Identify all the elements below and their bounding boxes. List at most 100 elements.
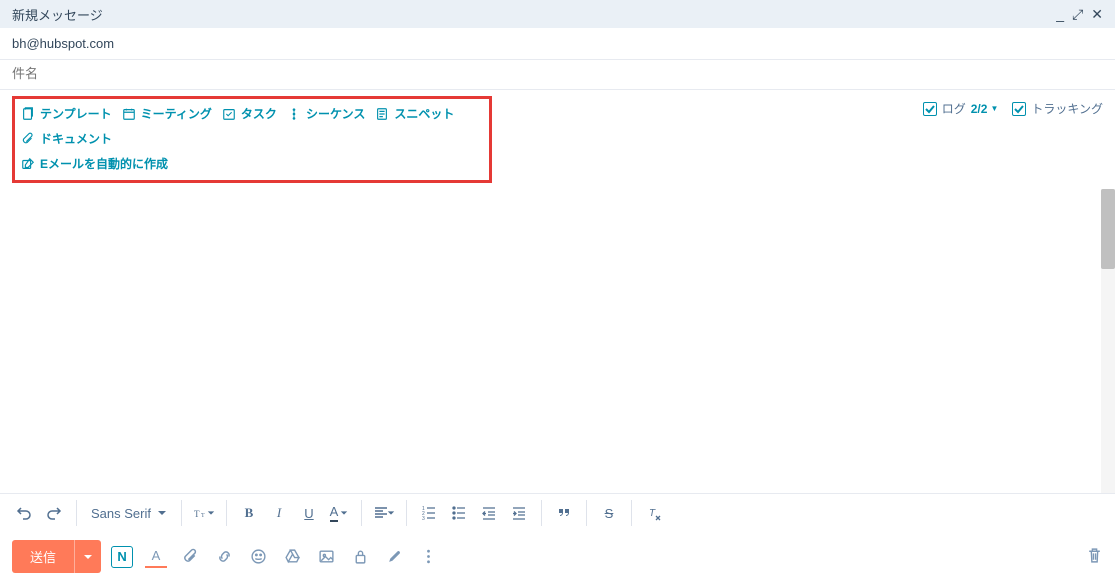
scrollbar-thumb[interactable]	[1101, 189, 1115, 269]
chevron-down-icon	[207, 509, 215, 517]
minimize-icon[interactable]: _	[1056, 7, 1064, 21]
text-n-icon: N	[117, 549, 126, 564]
send-dropdown-button[interactable]	[74, 540, 101, 573]
send-split-button: 送信	[12, 540, 101, 573]
more-options-button[interactable]	[417, 546, 439, 568]
compose-toolbar: テンプレート ミーティング タスク シーケンス スニペット ドキュメント	[0, 90, 1115, 189]
unordered-list-button[interactable]	[445, 500, 473, 526]
more-vertical-icon	[420, 548, 437, 565]
send-bar-left: 送信 N A	[12, 540, 439, 573]
signature-button[interactable]	[383, 546, 405, 568]
text-style-button[interactable]: N	[111, 546, 133, 568]
snippet-label: スニペット	[394, 105, 454, 122]
document-label: ドキュメント	[40, 130, 112, 147]
italic-button[interactable]: I	[265, 500, 293, 526]
indent-button[interactable]	[505, 500, 533, 526]
ordered-list-button[interactable]: 123	[415, 500, 443, 526]
sequence-label: シーケンス	[306, 105, 365, 122]
link-icon	[216, 548, 233, 565]
format-toolbar: Sans Serif TT B I U A 123 S T	[0, 493, 1115, 532]
template-icon	[21, 107, 35, 121]
link-button[interactable]	[213, 546, 235, 568]
document-button[interactable]: ドキュメント	[21, 128, 112, 149]
outdent-button[interactable]	[475, 500, 503, 526]
chevron-down-icon: ▼	[990, 104, 998, 113]
sequence-icon	[287, 107, 301, 121]
undo-icon	[16, 505, 32, 521]
sequence-button[interactable]: シーケンス	[287, 103, 365, 124]
calendar-icon	[122, 107, 136, 121]
tracking-controls: ログ 2/2 ▼ トラッキング	[923, 96, 1103, 117]
confidential-button[interactable]	[349, 546, 371, 568]
text-a-icon: A	[152, 548, 161, 563]
undo-button[interactable]	[10, 500, 38, 526]
ordered-list-icon: 123	[421, 505, 437, 521]
send-bar: 送信 N A	[0, 532, 1115, 583]
paperclip-icon	[21, 132, 35, 146]
snippet-button[interactable]: スニペット	[375, 103, 454, 124]
chevron-down-icon	[157, 508, 167, 518]
titlebar: 新規メッセージ _ ⤢ ✕	[0, 0, 1115, 28]
template-label: テンプレート	[40, 105, 112, 122]
bold-button[interactable]: B	[235, 500, 263, 526]
image-button[interactable]	[315, 546, 337, 568]
send-button[interactable]: 送信	[12, 540, 74, 573]
auto-email-label: Eメールを自動的に作成	[40, 155, 168, 172]
checkbox-checked-icon	[923, 102, 937, 116]
quote-icon	[556, 505, 572, 521]
svg-text:T: T	[194, 509, 200, 519]
emoji-button[interactable]	[247, 546, 269, 568]
strikethrough-button[interactable]: S	[595, 500, 623, 526]
text-color-button[interactable]: A	[325, 500, 353, 526]
template-button[interactable]: テンプレート	[21, 103, 112, 124]
task-icon	[222, 107, 236, 121]
window-controls: _ ⤢ ✕	[1056, 7, 1103, 21]
log-checkbox[interactable]: ログ 2/2 ▼	[923, 100, 999, 117]
chevron-down-icon	[387, 509, 395, 517]
recipient-field[interactable]: bh@hubspot.com	[0, 28, 1115, 60]
paperclip-icon	[182, 548, 199, 565]
subject-input[interactable]	[12, 64, 1103, 83]
hubspot-tools-highlight: テンプレート ミーティング タスク シーケンス スニペット ドキュメント	[12, 96, 492, 183]
font-size-button[interactable]: TT	[190, 500, 218, 526]
image-icon	[318, 548, 335, 565]
meeting-button[interactable]: ミーティング	[122, 103, 212, 124]
window-title: 新規メッセージ	[12, 5, 103, 24]
svg-text:T: T	[201, 513, 205, 519]
drive-button[interactable]	[281, 546, 303, 568]
outdent-icon	[481, 505, 497, 521]
task-button[interactable]: タスク	[222, 103, 277, 124]
text-color-action-button[interactable]: A	[145, 546, 167, 568]
pen-icon	[386, 548, 403, 565]
font-family-select[interactable]: Sans Serif	[85, 500, 173, 526]
attach-button[interactable]	[179, 546, 201, 568]
drive-icon	[284, 548, 301, 565]
indent-icon	[511, 505, 527, 521]
bullet-list-icon	[451, 505, 467, 521]
redo-button[interactable]	[40, 500, 68, 526]
auto-email-button[interactable]: Eメールを自動的に作成	[21, 153, 483, 174]
trash-icon	[1086, 547, 1103, 564]
clear-format-button[interactable]: T	[640, 500, 668, 526]
subject-row	[0, 60, 1115, 90]
align-button[interactable]	[370, 500, 398, 526]
underline-button[interactable]: U	[295, 500, 323, 526]
quote-button[interactable]	[550, 500, 578, 526]
chevron-down-icon	[83, 552, 93, 562]
lock-icon	[352, 548, 369, 565]
clear-format-icon: T	[646, 505, 662, 521]
close-icon[interactable]: ✕	[1091, 7, 1103, 21]
discard-button[interactable]	[1086, 547, 1103, 567]
email-body-editor[interactable]	[0, 189, 1115, 493]
expand-icon[interactable]: ⤢	[1072, 7, 1083, 21]
chevron-down-icon	[340, 509, 348, 517]
tracking-label: トラッキング	[1031, 100, 1103, 117]
tracking-checkbox[interactable]: トラッキング	[1012, 100, 1103, 117]
task-label: タスク	[241, 105, 277, 122]
svg-text:3: 3	[422, 516, 425, 521]
compose-icon	[21, 157, 35, 171]
snippet-icon	[375, 107, 389, 121]
svg-text:T: T	[649, 508, 656, 519]
meeting-label: ミーティング	[141, 105, 212, 122]
send-label: 送信	[30, 550, 56, 565]
